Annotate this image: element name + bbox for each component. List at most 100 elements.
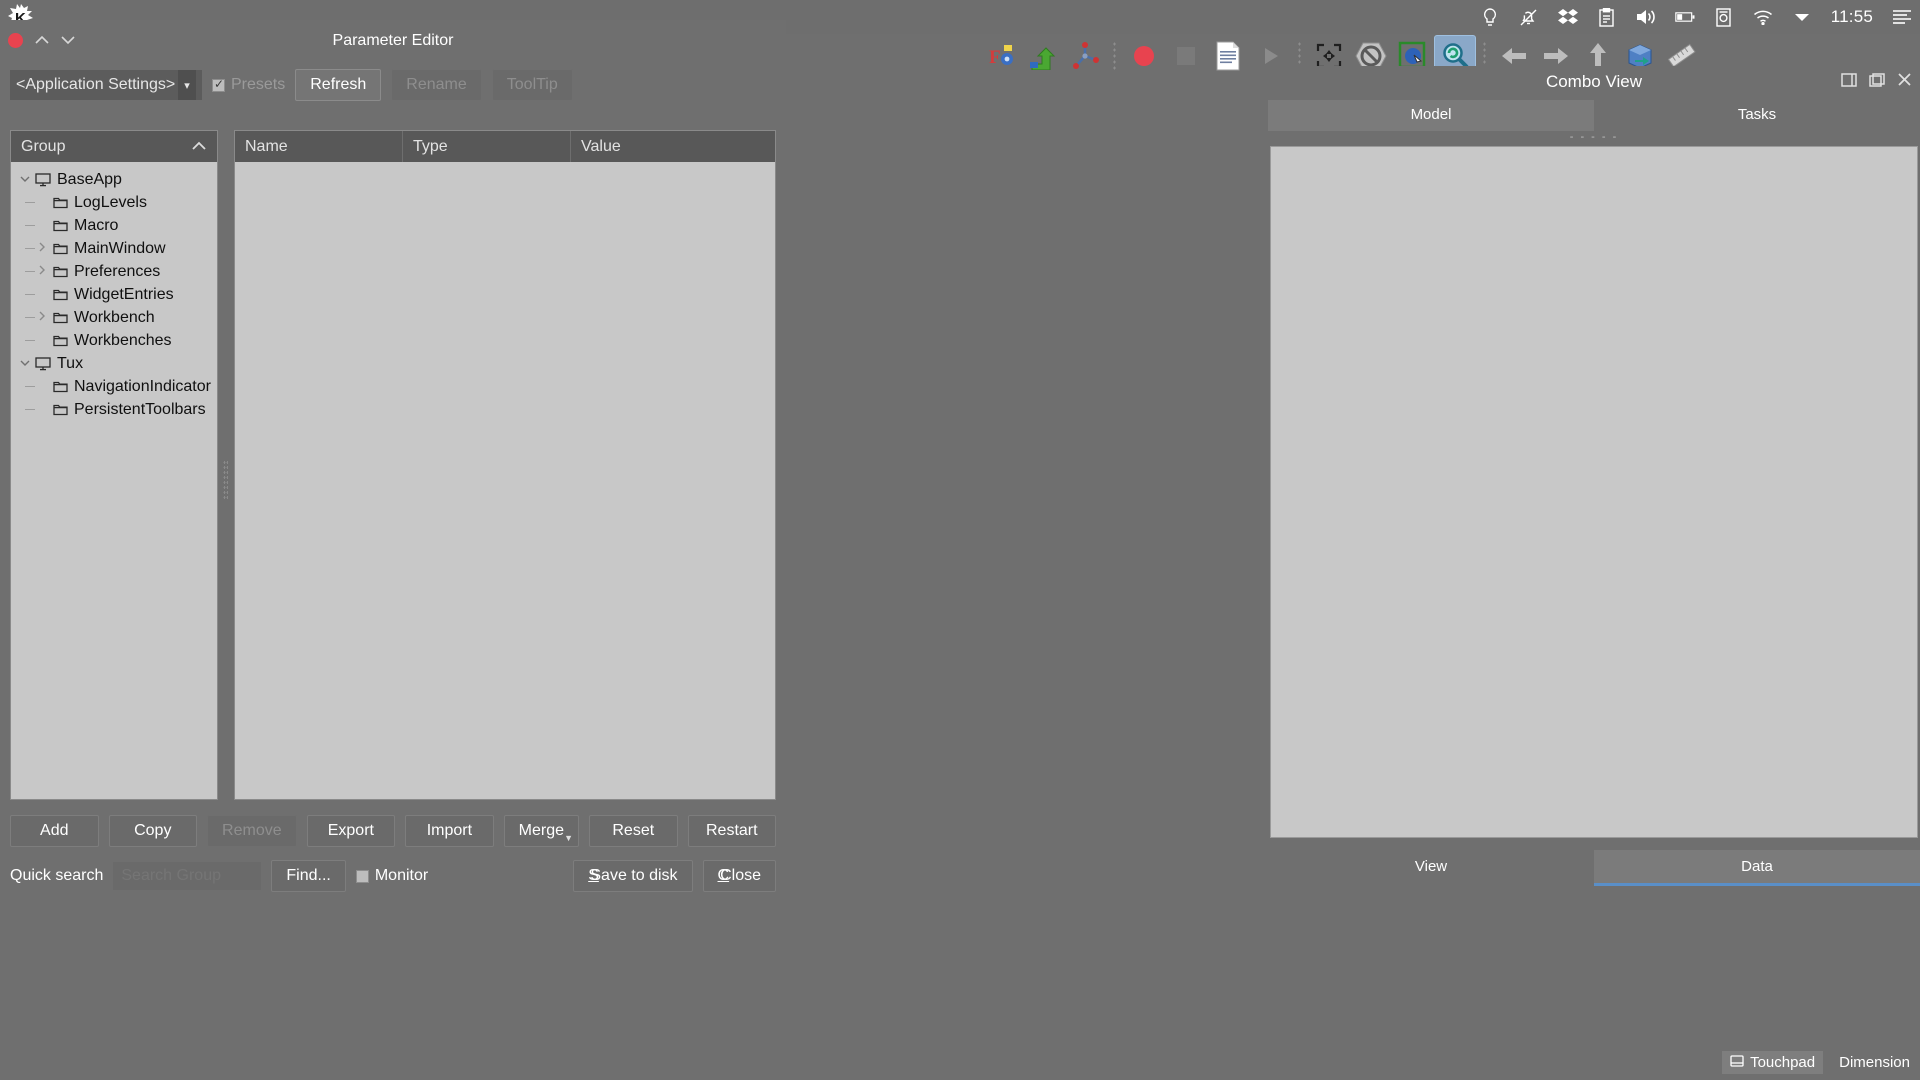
combo-view-drag-handle[interactable]: - - - - - <box>1268 131 1920 144</box>
dialog-toolbar: <Application Settings> ▾ Presets Refresh… <box>0 64 786 106</box>
macro-step-icon[interactable] <box>1022 35 1064 77</box>
tree-item-tux[interactable]: Tux <box>17 352 217 375</box>
checkbox-box <box>356 870 369 883</box>
tree-item-label: MainWindow <box>74 240 166 258</box>
tree-item-baseapp[interactable]: BaseApp <box>17 168 217 191</box>
tree-item-label: NavigationIndicator <box>74 378 211 396</box>
touchpad-icon <box>1730 1054 1744 1071</box>
refresh-button[interactable]: Refresh <box>295 69 381 101</box>
combo-view-title: Combo View <box>1268 66 1920 98</box>
macro-record-icon[interactable] <box>1123 35 1165 77</box>
tab-tasks[interactable]: Tasks <box>1594 100 1920 131</box>
device-icon[interactable] <box>1714 7 1734 27</box>
copy-button[interactable]: Copy <box>109 815 198 847</box>
column-header-type[interactable]: Type <box>403 131 571 162</box>
wifi-icon[interactable] <box>1753 7 1773 27</box>
clipboard-icon[interactable] <box>1597 7 1617 27</box>
splitter-handle[interactable] <box>223 460 228 500</box>
settings-select-value: <Application Settings> <box>16 76 175 94</box>
chevron-right-icon[interactable] <box>34 265 50 278</box>
tree-item-loglevels[interactable]: LogLevels <box>17 191 217 214</box>
find-button[interactable]: Find... <box>271 860 345 892</box>
tree-item-label: LogLevels <box>74 194 147 212</box>
chevron-right-icon[interactable] <box>34 311 50 324</box>
close-icon[interactable] <box>1897 72 1912 92</box>
chevron-down-icon[interactable]: ▼ <box>564 833 573 843</box>
dimension-label: Dimension <box>1839 1054 1910 1071</box>
tab-view[interactable]: View <box>1268 850 1594 886</box>
pane-splitter[interactable] <box>218 130 234 800</box>
value-panel: Name Type Value <box>234 130 776 800</box>
tree-item-persistenttoolbars[interactable]: PersistentToolbars <box>17 398 217 421</box>
tree-item-workbenches[interactable]: Workbenches <box>17 329 217 352</box>
presets-checkbox[interactable]: Presets <box>212 76 285 94</box>
value-list[interactable] <box>235 162 775 799</box>
merge-button-wrap: Merge ▼ <box>504 815 579 847</box>
tree-item-navigationindicator[interactable]: NavigationIndicator <box>17 375 217 398</box>
save-label: Save to disk <box>590 867 677 885</box>
dropbox-icon[interactable] <box>1558 7 1578 27</box>
group-panel: Group BaseApp LogLevels Macro MainWindow Pre… <box>10 130 218 800</box>
chevron-down-icon[interactable] <box>1792 7 1812 27</box>
chevron-down-icon[interactable] <box>17 174 33 186</box>
tree-item-macro[interactable]: Macro <box>17 214 217 237</box>
volume-icon[interactable] <box>1636 7 1656 27</box>
group-column-header[interactable]: Group <box>11 131 217 162</box>
chevron-down-icon[interactable] <box>17 358 33 370</box>
monitor-label: Monitor <box>375 867 428 885</box>
undock-icon[interactable] <box>1841 72 1857 92</box>
macro-record-toolbar <box>1123 35 1291 77</box>
folder-icon <box>50 196 70 209</box>
bulb-icon[interactable] <box>1480 7 1500 27</box>
folder-icon <box>50 219 70 232</box>
add-button[interactable]: Add <box>10 815 99 847</box>
group-tree[interactable]: BaseApp LogLevels Macro MainWindow Preferenc… <box>11 162 217 799</box>
macro-execute-icon[interactable]: F <box>980 35 1022 77</box>
tree-item-workbench[interactable]: Workbench <box>17 306 217 329</box>
restart-button[interactable]: Restart <box>688 815 777 847</box>
hamburger-menu-icon[interactable] <box>1892 7 1912 27</box>
macro-stop-icon[interactable] <box>1165 35 1207 77</box>
battery-icon[interactable] <box>1675 7 1695 27</box>
rename-button: Rename <box>391 69 481 101</box>
column-header-value[interactable]: Value <box>571 131 775 162</box>
import-button[interactable]: Import <box>405 815 494 847</box>
tab-model[interactable]: Model <box>1268 100 1594 131</box>
dialog-footer: Quick search Find... Monitor SSave to di… <box>10 860 776 892</box>
checkbox-box <box>212 79 225 92</box>
save-to-disk-button[interactable]: SSave to disk <box>573 860 692 892</box>
clock[interactable]: 11:55 <box>1831 7 1873 27</box>
chevron-down-icon[interactable]: ▾ <box>178 70 196 100</box>
status-badge[interactable]: Touchpad <box>1722 1051 1823 1074</box>
tab-data[interactable]: Data <box>1594 850 1920 886</box>
float-icon[interactable] <box>1869 72 1885 92</box>
settings-select[interactable]: <Application Settings> ▾ <box>10 70 202 100</box>
tree-item-label: Preferences <box>74 263 160 281</box>
axis-cross-icon[interactable] <box>1064 35 1106 77</box>
combo-view-tabs: Model Tasks <box>1268 100 1920 131</box>
svg-text:F: F <box>989 47 1001 68</box>
tree-item-mainwindow[interactable]: MainWindow <box>17 237 217 260</box>
presets-label: Presets <box>231 76 285 94</box>
reset-button[interactable]: Reset <box>589 815 678 847</box>
dialog-panes: Group BaseApp LogLevels Macro MainWindow Pre… <box>10 130 776 800</box>
page-title: Parameter Editor <box>0 32 786 50</box>
bell-muted-icon[interactable] <box>1519 7 1539 27</box>
macro-edit-icon[interactable] <box>1207 35 1249 77</box>
close-label: Close <box>720 867 761 885</box>
combo-view-content <box>1270 146 1918 838</box>
export-button[interactable]: Export <box>307 815 396 847</box>
status-bar: Touchpad Dimension <box>1722 1051 1910 1074</box>
quick-search-label: Quick search <box>10 867 103 885</box>
tree-item-label: Macro <box>74 217 118 235</box>
column-header-name[interactable]: Name <box>235 131 403 162</box>
search-input[interactable] <box>113 862 261 890</box>
group-header-label: Group <box>21 138 65 156</box>
value-column-headers: Name Type Value <box>235 131 775 162</box>
monitor-checkbox[interactable]: Monitor <box>356 867 428 885</box>
tree-item-preferences[interactable]: Preferences <box>17 260 217 283</box>
chevron-right-icon[interactable] <box>34 242 50 255</box>
sort-caret-icon[interactable] <box>191 140 207 154</box>
close-button[interactable]: CClose <box>703 860 776 892</box>
tree-item-widgetentries[interactable]: WidgetEntries <box>17 283 217 306</box>
